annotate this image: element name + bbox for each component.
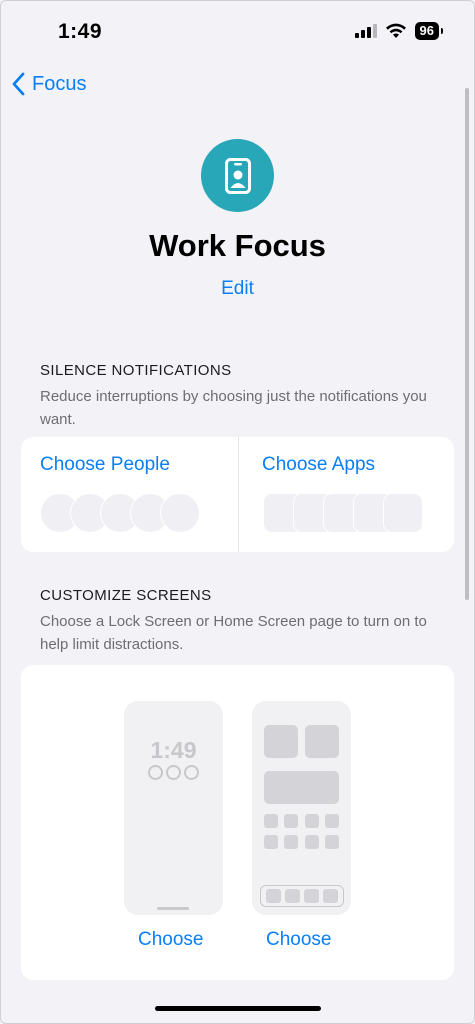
status-time: 1:49 — [58, 20, 103, 43]
wifi-icon — [385, 23, 406, 38]
home-app — [325, 835, 339, 849]
scrollbar[interactable] — [465, 88, 469, 600]
cellular-signal-icon — [354, 24, 377, 38]
silence-section-description: Reduce interruptions by choosing just th… — [40, 388, 427, 428]
choose-people-label: Choose People — [40, 454, 170, 475]
page-title: Work Focus — [149, 228, 326, 263]
choose-lock-screen-button[interactable]: Choose — [138, 929, 204, 951]
back-button[interactable]: Focus — [12, 72, 86, 96]
customize-section-title: CUSTOMIZE SCREENS — [40, 587, 212, 604]
chevron-left-icon — [12, 72, 25, 96]
choose-people-button[interactable]: Choose People — [21, 437, 237, 552]
home-widget — [264, 725, 298, 758]
status-indicators: 96 — [354, 22, 444, 40]
home-app — [325, 814, 339, 828]
choose-apps-label: Choose Apps — [262, 454, 376, 475]
home-dock — [260, 885, 344, 907]
home-indicator[interactable] — [155, 1006, 321, 1011]
customize-card: 1:49 Choose Choose — [21, 665, 454, 980]
home-screen-preview[interactable] — [252, 701, 351, 915]
home-app — [284, 814, 298, 828]
choose-home-screen-button[interactable]: Choose — [266, 929, 332, 951]
choose-apps-button[interactable]: Choose Apps — [239, 437, 455, 552]
id-badge-icon — [224, 157, 251, 194]
battery-icon: 96 — [414, 22, 444, 40]
home-app — [305, 814, 319, 828]
lock-screen-home-bar — [157, 907, 189, 910]
home-widget — [305, 725, 339, 758]
home-app — [264, 835, 278, 849]
customize-section-description: Choose a Lock Screen or Home Screen page… — [40, 613, 427, 653]
home-app — [264, 814, 278, 828]
focus-icon — [201, 139, 274, 212]
home-widget — [264, 771, 339, 804]
silence-section-title: SILENCE NOTIFICATIONS — [40, 362, 232, 379]
home-app — [305, 835, 319, 849]
home-app — [284, 835, 298, 849]
edit-button[interactable]: Edit — [0, 278, 475, 300]
lock-screen-time: 1:49 — [150, 737, 197, 763]
silence-card: Choose People Choose Apps — [21, 437, 454, 552]
app-placeholders — [263, 493, 423, 533]
lock-screen-preview[interactable]: 1:49 — [124, 701, 223, 915]
lock-screen-widgets — [148, 765, 199, 780]
people-placeholders — [40, 493, 200, 533]
back-label: Focus — [32, 72, 87, 95]
